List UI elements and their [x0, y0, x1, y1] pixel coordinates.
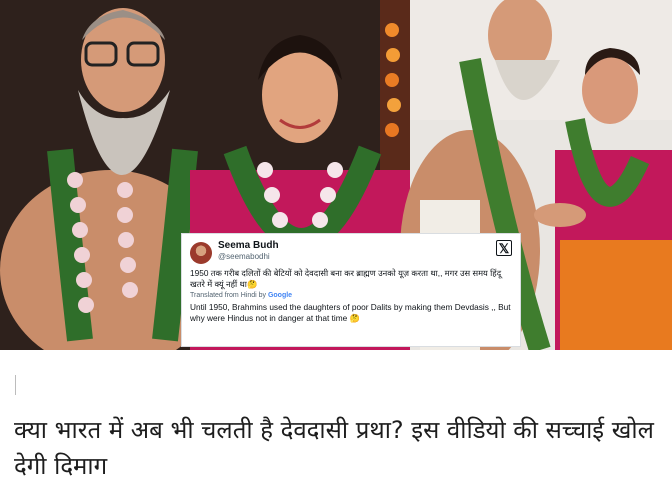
tweet-author-name: Seema Budh [218, 240, 279, 251]
x-logo-icon: 𝕏 [496, 240, 512, 256]
tweet-author-handle: @seemabodhi [218, 252, 270, 261]
tweet-translation-note: Translated from Hindi by Google [190, 292, 512, 299]
article-headline[interactable]: क्या भारत में अब भी चलती है देवदासी प्रथ… [14, 412, 664, 484]
tweet-header: Seema Budh @seemabodhi 𝕏 [190, 240, 512, 266]
embedded-tweet: Seema Budh @seemabodhi 𝕏 1950 तक गरीब दल… [181, 233, 521, 347]
translated-label: Translated from Hindi by [190, 292, 266, 299]
google-logo: Google [267, 292, 293, 299]
text-cursor [15, 375, 16, 395]
tweet-avatar [190, 242, 212, 264]
tweet-english-text: Until 1950, Brahmins used the daughters … [190, 302, 511, 323]
article-thumbnail-image[interactable]: Seema Budh @seemabodhi 𝕏 1950 तक गरीब दल… [0, 0, 672, 350]
tweet-hindi-text: 1950 तक गरीब दलितों की बेटियों को देवदास… [190, 268, 502, 289]
news-card[interactable]: Seema Budh @seemabodhi 𝕏 1950 तक गरीब दल… [0, 0, 672, 499]
